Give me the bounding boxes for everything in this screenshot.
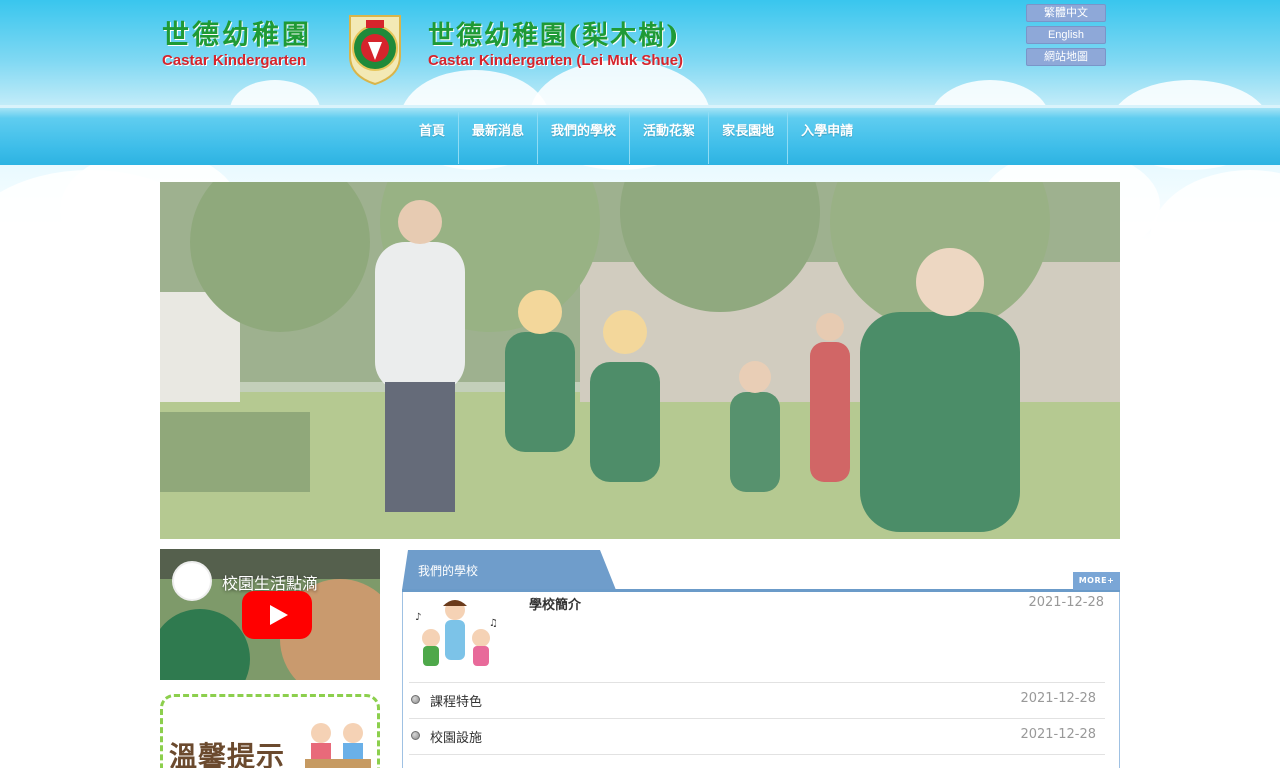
bullet-icon	[411, 731, 420, 740]
nav-activities[interactable]: 活動花絮	[629, 112, 708, 164]
logo-left-chinese: 世德幼稚園	[162, 20, 312, 51]
nav-parents[interactable]: 家長園地	[708, 112, 787, 164]
logo-right-chinese: 世德幼稚園(梨木樹)	[428, 21, 681, 51]
svg-text:♫: ♫	[489, 618, 498, 629]
children-studying-icon	[305, 723, 371, 768]
logo-left-english: Castar Kindergarten	[162, 52, 307, 69]
list-item[interactable]: 校園設施 2021-12-28	[409, 718, 1105, 754]
video-thumbnail[interactable]: 校園生活點滴	[160, 549, 380, 680]
school-panel-tab-label: 我們的學校	[418, 564, 479, 578]
nav-our-school[interactable]: 我們的學校	[537, 112, 629, 164]
teacher-children-illustration-icon: ♪ ♫	[415, 600, 498, 666]
sitemap-link[interactable]: 網站地圖	[1026, 48, 1106, 66]
row-divider	[409, 754, 1105, 755]
feature-item-date: 2021-12-28	[1028, 595, 1104, 610]
language-links: 繁體中文 English 網站地圖	[1026, 4, 1106, 70]
bullet-icon	[411, 695, 420, 704]
reminder-title: 溫馨提示	[169, 740, 286, 768]
lang-traditional-chinese[interactable]: 繁體中文	[1026, 4, 1106, 22]
logo-castar[interactable]: 世德幼稚園 Castar Kindergarten	[162, 20, 322, 70]
youtube-play-icon[interactable]	[242, 591, 312, 639]
logo-right-english: Castar Kindergarten (Lei Muk Shue)	[428, 52, 684, 69]
nav-admission[interactable]: 入學申請	[787, 112, 866, 164]
more-button[interactable]: MORE+	[1073, 572, 1120, 590]
nav-home[interactable]: 首頁	[410, 112, 458, 164]
list-item-title[interactable]: 課程特色	[430, 691, 482, 710]
school-crest-icon	[349, 15, 401, 86]
school-panel-tab[interactable]: 我們的學校	[402, 550, 617, 590]
lang-english[interactable]: English	[1026, 26, 1106, 44]
logo-castar-lei-muk-shue[interactable]: 世德幼稚園(梨木樹) Castar Kindergarten (Lei Muk …	[428, 20, 728, 70]
main-nav: 首頁 最新消息 我們的學校 活動花絮 家長園地 入學申請	[410, 112, 866, 164]
banner-photo	[160, 182, 1120, 539]
list-item-date: 2021-12-28	[1020, 727, 1096, 742]
nav-news[interactable]: 最新消息	[458, 112, 537, 164]
feature-item-title[interactable]: 學校簡介	[529, 594, 581, 613]
school-panel: ♪ ♫ 學校簡介 2021-12-28 課程特色 2021-12-28 校園設施…	[402, 592, 1120, 768]
list-item[interactable]: 課程特色 2021-12-28	[409, 682, 1105, 718]
list-item-title[interactable]: 校園設施	[430, 727, 482, 746]
reminder-banner[interactable]: 溫馨提示	[160, 694, 380, 768]
svg-text:♪: ♪	[415, 612, 421, 623]
channel-logo-icon	[172, 561, 212, 601]
list-item-date: 2021-12-28	[1020, 691, 1096, 706]
